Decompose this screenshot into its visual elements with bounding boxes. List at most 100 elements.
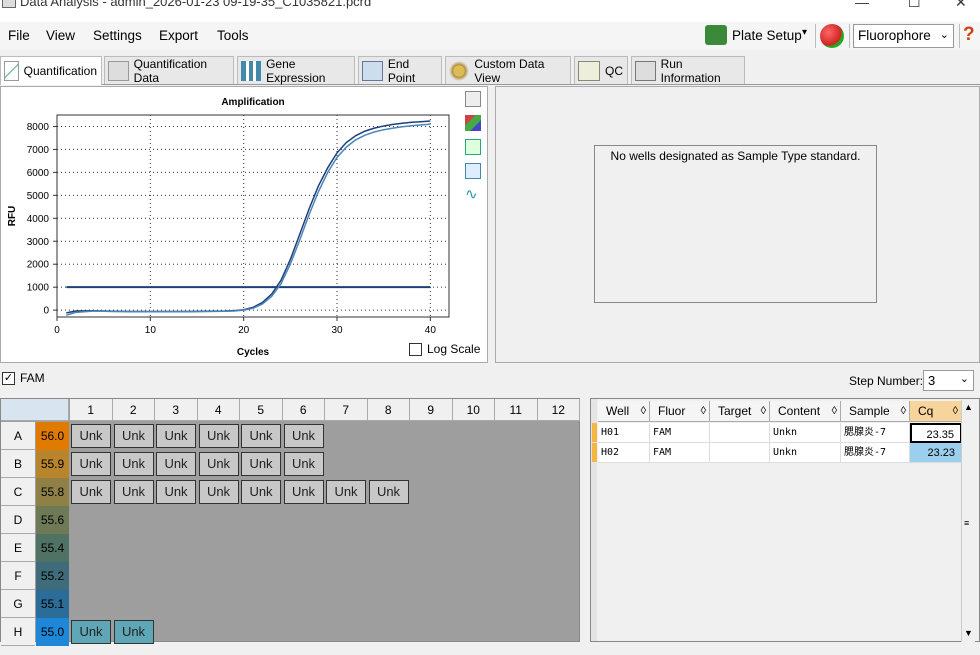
column-header-4[interactable]: 4 — [197, 399, 240, 421]
cell-content[interactable]: Unkn — [770, 443, 841, 463]
export-icon[interactable] — [465, 139, 481, 155]
column-header-9[interactable]: 9 — [410, 399, 453, 421]
cell-well[interactable]: H01 — [598, 423, 650, 443]
well-A6[interactable]: Unk — [283, 424, 324, 448]
column-header-3[interactable]: 3 — [155, 399, 198, 421]
well-C7[interactable]: Unk — [326, 480, 366, 504]
well-A5[interactable]: Unk — [241, 424, 281, 448]
scroll-down-icon[interactable]: ▼ — [964, 628, 973, 638]
tab-quantification[interactable]: Quantification — [0, 56, 102, 85]
column-header-10[interactable]: 10 — [452, 399, 495, 421]
cell-sample[interactable]: 腮腺炎-7 — [841, 443, 910, 463]
well-C2[interactable]: Unk — [113, 480, 154, 504]
fam-checkbox[interactable]: ✓ — [2, 371, 15, 385]
sort-icon[interactable]: ◊ — [953, 401, 958, 421]
well-C8[interactable]: Unk — [368, 480, 409, 504]
log-scale-toggle[interactable]: Log Scale — [409, 342, 480, 356]
column-header-target[interactable]: Target ◊ — [710, 401, 770, 422]
sort-icon[interactable]: ◊ — [641, 401, 646, 421]
cell-cq[interactable]: 23.23 — [910, 443, 962, 463]
table-vertical-scrollbar[interactable]: ▲ ≡ ▼ — [961, 400, 975, 642]
scroll-thumb-grip[interactable]: ≡ — [964, 518, 969, 528]
row-header-C[interactable]: C — [1, 478, 35, 506]
menu-settings[interactable]: Settings — [93, 28, 142, 43]
row-header-F[interactable]: F — [1, 562, 35, 590]
menu-tools[interactable]: Tools — [217, 28, 249, 43]
zoom-icon[interactable] — [465, 163, 481, 179]
well-C3[interactable]: Unk — [156, 480, 196, 504]
menu-export[interactable]: Export — [159, 28, 198, 43]
well-H1[interactable]: Unk — [71, 620, 111, 644]
well-B3[interactable]: Unk — [156, 452, 196, 476]
cell-well[interactable]: H02 — [598, 443, 650, 463]
color-icon[interactable] — [465, 115, 481, 131]
wells-color-icon[interactable] — [820, 24, 844, 48]
menu-file[interactable]: File — [8, 28, 30, 43]
copy-icon[interactable] — [465, 91, 481, 107]
help-icon[interactable]: ? — [963, 24, 975, 46]
column-header-well[interactable]: Well ◊ — [598, 401, 650, 422]
tab-end-point[interactable]: End Point — [358, 56, 442, 85]
menu-view[interactable]: View — [46, 28, 75, 43]
well-A1[interactable]: Unk — [71, 424, 111, 448]
well-H2[interactable]: Unk — [113, 620, 154, 644]
column-header-cq[interactable]: Cq ◊ — [910, 401, 962, 422]
tab-quantification-data[interactable]: Quantification Data — [104, 56, 234, 85]
cell-target[interactable] — [710, 423, 770, 443]
column-header-2[interactable]: 2 — [112, 399, 155, 421]
well-C6[interactable]: Unk — [283, 480, 324, 504]
well-C4[interactable]: Unk — [198, 480, 239, 504]
well-A2[interactable]: Unk — [113, 424, 154, 448]
log-scale-checkbox[interactable] — [409, 342, 422, 356]
cell-target[interactable] — [710, 443, 770, 463]
sort-icon[interactable]: ◊ — [761, 401, 766, 421]
row-header-E[interactable]: E — [1, 534, 35, 562]
row-header-H[interactable]: H — [1, 618, 35, 646]
step-number-select[interactable]: 3 ⌄ — [923, 370, 974, 391]
well-A3[interactable]: Unk — [156, 424, 196, 448]
column-header-12[interactable]: 12 — [537, 399, 580, 421]
column-header-content[interactable]: Content ◊ — [770, 401, 841, 422]
well-B1[interactable]: Unk — [71, 452, 111, 476]
column-header-sample[interactable]: Sample ◊ — [841, 401, 910, 422]
column-header-6[interactable]: 6 — [282, 399, 325, 421]
close-icon[interactable]: ✕ — [955, 0, 967, 11]
column-header-5[interactable]: 5 — [240, 399, 283, 421]
maximize-icon[interactable]: ☐ — [908, 0, 921, 11]
cell-sample[interactable]: 腮腺炎-7 — [841, 423, 910, 443]
sort-icon[interactable]: ◊ — [701, 401, 706, 421]
fam-toggle[interactable]: ✓ FAM — [2, 371, 45, 385]
column-header-7[interactable]: 7 — [325, 399, 368, 421]
well-B6[interactable]: Unk — [283, 452, 324, 476]
scroll-up-icon[interactable]: ▲ — [964, 402, 973, 412]
row-header-B[interactable]: B — [1, 450, 35, 478]
sort-icon[interactable]: ◊ — [832, 401, 837, 421]
column-header-11[interactable]: 11 — [495, 399, 538, 421]
amplification-chart[interactable]: Amplification 0 10 20 30 40 0 1000 2000 3000 4000 5… — [1, 87, 487, 362]
column-header-fluor[interactable]: Fluor ◊ — [650, 401, 710, 422]
well-C5[interactable]: Unk — [241, 480, 281, 504]
well-B5[interactable]: Unk — [241, 452, 281, 476]
column-header-8[interactable]: 8 — [367, 399, 410, 421]
row-header-D[interactable]: D — [1, 506, 35, 534]
fluorophore-select[interactable]: Fluorophore ⌄ — [853, 24, 954, 48]
well-C1[interactable]: Unk — [71, 480, 111, 504]
tab-gene-expression[interactable]: Gene Expression — [237, 56, 355, 85]
well-A4[interactable]: Unk — [198, 424, 239, 448]
minimize-icon[interactable]: — — [855, 0, 869, 10]
cell-fluor[interactable]: FAM — [650, 443, 710, 463]
sort-icon[interactable]: ◊ — [901, 401, 906, 421]
cell-content[interactable]: Unkn — [770, 423, 841, 443]
column-header-1[interactable]: 1 — [70, 399, 113, 421]
row-header-G[interactable]: G — [1, 590, 35, 618]
cell-fluor[interactable]: FAM — [650, 423, 710, 443]
tab-run-information[interactable]: Run Information — [631, 56, 745, 85]
well-B4[interactable]: Unk — [198, 452, 239, 476]
well-B2[interactable]: Unk — [113, 452, 154, 476]
row-header-A[interactable]: A — [1, 422, 35, 450]
tab-custom-data-view[interactable]: Custom Data View — [445, 56, 571, 85]
cell-cq[interactable]: 23.35 — [910, 423, 962, 443]
plate-corner[interactable] — [1, 399, 69, 421]
curve-icon[interactable]: ∿ — [465, 185, 478, 203]
tab-qc[interactable]: QC — [574, 56, 628, 84]
